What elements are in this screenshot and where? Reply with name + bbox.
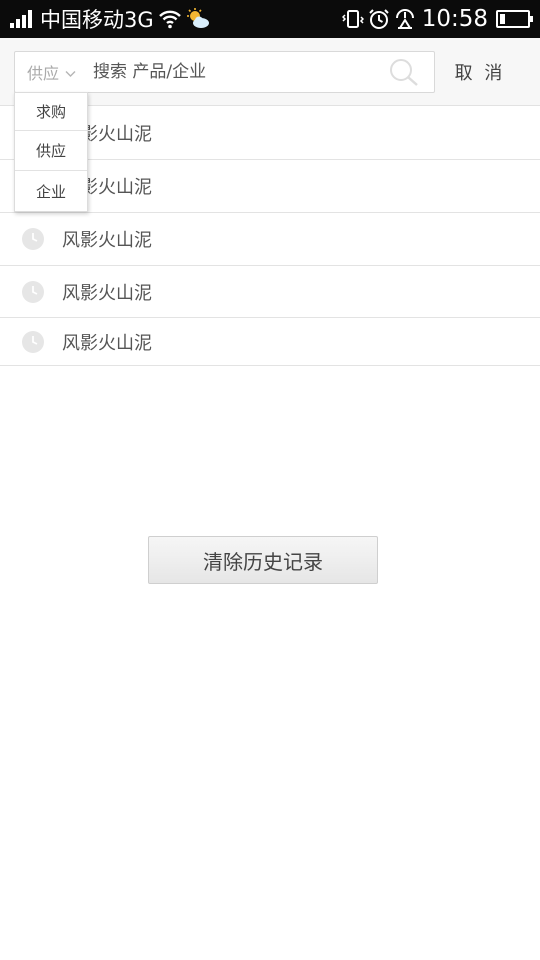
history-item-label: 风影火山泥	[62, 332, 152, 354]
weather-icon	[186, 8, 210, 30]
clock-icon	[22, 330, 44, 353]
status-bar: 中国移动3G 10:58	[0, 0, 540, 38]
dropdown-option-qiugou[interactable]: 求购	[15, 93, 87, 131]
dropdown-option-qiye[interactable]: 企业	[15, 171, 87, 211]
dropdown-option-gongying[interactable]: 供应	[15, 131, 87, 171]
clock-icon	[22, 280, 44, 303]
history-item-label: 风影火山泥	[62, 282, 152, 304]
status-bar-right: 10:58	[338, 0, 533, 38]
category-select[interactable]: 供应	[15, 52, 76, 92]
battery-icon	[496, 10, 533, 28]
vibrate-icon	[341, 9, 364, 29]
history-item[interactable]: 风影火山泥	[0, 213, 540, 266]
category-dropdown-menu: 求购 供应 企业	[14, 92, 88, 212]
wifi-icon	[158, 9, 182, 29]
history-item[interactable]: 风影火山泥	[0, 318, 540, 366]
search-input[interactable]	[91, 56, 381, 88]
clear-history-button[interactable]: 清除历史记录	[148, 536, 378, 584]
signal-icon	[10, 10, 34, 28]
status-bar-left: 中国移动3G	[10, 0, 210, 38]
chevron-down-icon	[65, 63, 76, 82]
carrier-label: 中国移动3G	[40, 8, 154, 32]
clock-icon	[22, 228, 44, 250]
clock-icon	[394, 8, 416, 30]
search-icon[interactable]	[388, 57, 420, 87]
history-item[interactable]: 风影火山泥	[0, 266, 540, 318]
search-box: 供应	[14, 51, 435, 93]
category-selected-label: 供应	[27, 64, 60, 83]
status-time: 10:58	[421, 6, 488, 32]
alarm-icon	[368, 8, 390, 30]
history-item-label: 风影火山泥	[62, 230, 152, 251]
battery-fill	[500, 14, 506, 24]
cancel-button[interactable]: 取 消	[446, 51, 514, 93]
